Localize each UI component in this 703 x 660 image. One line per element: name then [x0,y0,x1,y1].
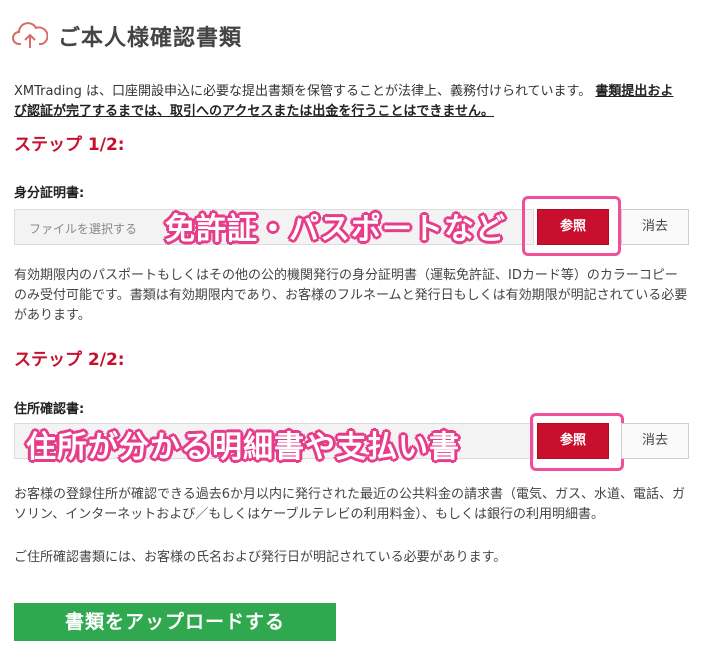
address-note: お客様の登録住所が確認できる過去6か月以内に発行された最近の公共料金の請求書（電… [14,487,686,522]
intro-plain: XMTrading は、口座開設申込に必要な提出書類を保管することが法律上、義務… [14,84,592,99]
id-delete-button[interactable]: 消去 [621,209,689,245]
page-title: ご本人様確認書類 [58,26,243,51]
step2-heading: ステップ 2/2: [14,350,125,370]
step1-heading: ステップ 1/2: [14,135,125,155]
intro-text: XMTrading は、口座開設申込に必要な提出書類を保管することが法律上、義務… [14,82,684,122]
address-document-label: 住所確認書: [14,402,85,417]
address-note-2: ご住所確認書類には、お客様の氏名および発行日が明記されている必要があります。 [14,550,507,565]
id-document-label: 身分証明書: [14,186,85,201]
id-file-placeholder: ファイルを選択する [29,222,138,236]
id-browse-button[interactable]: 参照 [537,209,609,245]
id-annotation: 免許証・パスポートなど [165,212,506,247]
address-annotation: 住所が分かる明細書や支払い書 [26,430,460,465]
address-delete-button[interactable]: 消去 [621,423,689,459]
upload-button[interactable]: 書類をアップロードする [14,603,336,641]
id-note: 有効期限内のパスポートもしくはその他の公的機関発行の身分証明書（運転免許証、ID… [14,268,688,323]
address-browse-button[interactable]: 参照 [537,423,609,459]
cloud-upload-icon [12,22,48,48]
